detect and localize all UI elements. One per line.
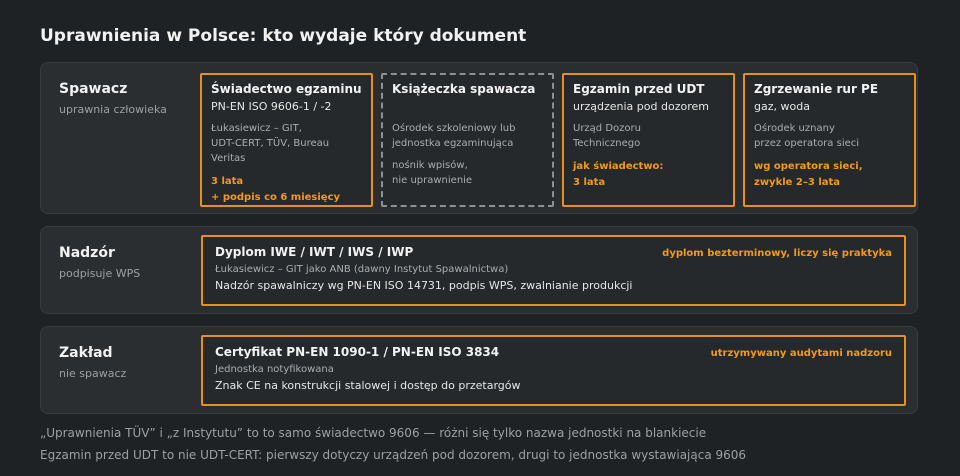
card-description: Nadzór spawalniczy wg PN-EN ISO 14731, p… xyxy=(215,279,633,292)
card-description: Znak CE na konstrukcji stalowej i dostęp… xyxy=(215,379,521,392)
welder-heading: Spawacz uprawnia człowieka xyxy=(59,81,167,116)
footnote-udt: Egzamin przed UDT to nie UDT-CERT: pierw… xyxy=(40,448,747,462)
plant-heading: Zakład nie spawacz xyxy=(59,345,126,380)
card-iwe-diploma: Dyplom IWE / IWT / IWS / IWP dyplom bezt… xyxy=(201,235,906,306)
card-plant-certificate: Certyfikat PN-EN 1090-1 / PN-EN ISO 3834… xyxy=(201,335,906,406)
card-issuer: Jednostka notyfikowana xyxy=(215,364,334,375)
plant-name: Zakład xyxy=(59,345,113,361)
plant-sub: nie spawacz xyxy=(59,367,127,380)
card-issuer: Ośrodek szkoleniowy lub jednostka egzami… xyxy=(392,123,516,149)
card-issuer: Urząd Dozoru Technicznego xyxy=(573,123,641,149)
welder-panel: Spawacz uprawnia człowieka Świadectwo eg… xyxy=(40,62,918,214)
card-note: nośnik wpisów, nie uprawnienie xyxy=(392,160,473,186)
card-title: Świadectwo egzaminu xyxy=(211,82,362,96)
card-validity-tag: dyplom bezterminowy, liczy się praktyka xyxy=(662,248,892,259)
card-validity: jak świadectwo: 3 lata xyxy=(573,161,664,188)
page-title: Uprawnienia w Polsce: kto wydaje który d… xyxy=(40,26,527,46)
card-standard: PN-EN ISO 9606-1 / -2 xyxy=(211,100,332,113)
welder-name: Spawacz xyxy=(59,81,128,97)
card-title: Książeczka spawacza xyxy=(392,82,536,96)
supervision-heading: Nadzór podpisuje WPS xyxy=(59,245,140,280)
card-exam-certificate: Świadectwo egzaminu PN-EN ISO 9606-1 / -… xyxy=(200,73,373,207)
card-title: Egzamin przed UDT xyxy=(573,82,705,96)
card-title: Zgrzewanie rur PE xyxy=(754,82,879,96)
plant-panel: Zakład nie spawacz Certyfikat PN-EN 1090… xyxy=(40,326,918,414)
supervision-name: Nadzór xyxy=(59,245,115,261)
card-scope: urządzenia pod dozorem xyxy=(573,100,709,113)
card-issuer: Ośrodek uznany przez operatora sieci xyxy=(754,123,860,149)
card-pe-pipe-welding: Zgrzewanie rur PE gaz, woda Ośrodek uzna… xyxy=(743,73,916,207)
card-issuer: Łukasiewicz – GIT, UDT-CERT, TÜV, Bureau… xyxy=(211,123,330,164)
card-udt-exam: Egzamin przed UDT urządzenia pod dozorem… xyxy=(562,73,735,207)
card-validity: 3 lata + podpis co 6 miesięcy xyxy=(211,176,341,203)
footnote-tuv: „Uprawnienia TÜV” i „z Instytutu” to to … xyxy=(40,426,707,440)
welder-sub: uprawnia człowieka xyxy=(59,103,167,116)
card-welder-book: Książeczka spawacza Ośrodek szkoleniowy … xyxy=(381,73,554,207)
card-validity: wg operatora sieci, zwykle 2–3 lata xyxy=(754,161,863,188)
supervision-sub: podpisuje WPS xyxy=(59,267,141,280)
card-validity-tag: utrzymywany audytami nadzoru xyxy=(710,348,892,359)
card-scope: gaz, woda xyxy=(754,100,810,113)
card-issuer: Łukasiewicz – GIT jako ANB (dawny Instyt… xyxy=(215,264,509,275)
supervision-panel: Nadzór podpisuje WPS Dyplom IWE / IWT / … xyxy=(40,226,918,314)
